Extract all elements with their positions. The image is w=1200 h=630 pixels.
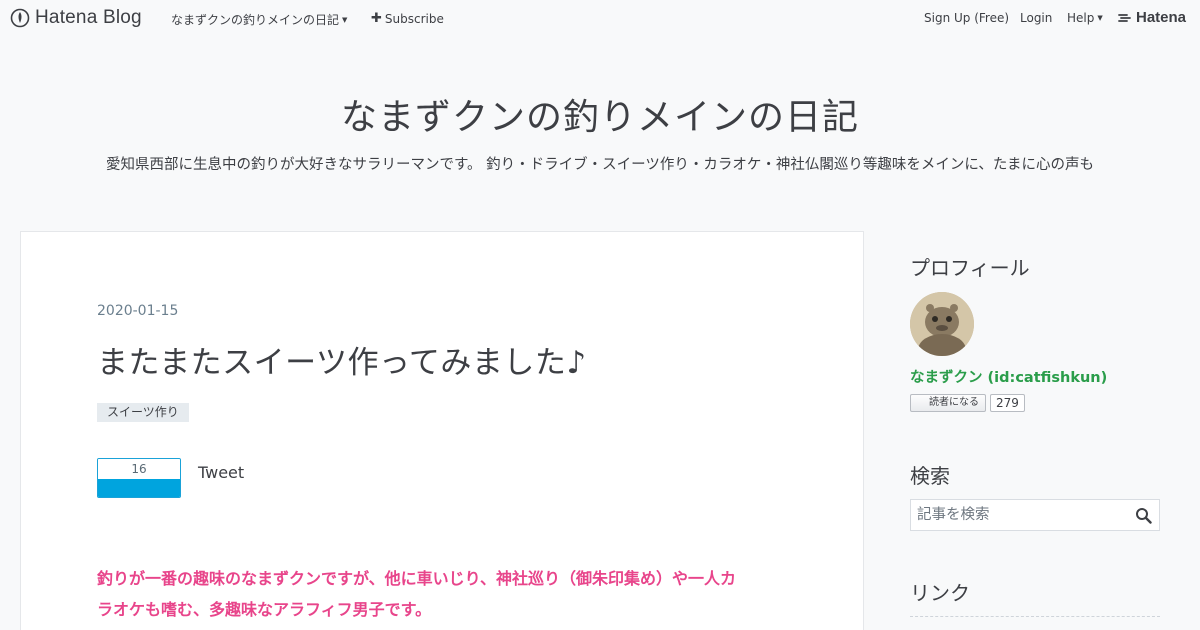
- profile-name-link[interactable]: なまずクン (id:catfishkun): [910, 366, 1107, 387]
- links-heading: リンク: [910, 581, 970, 605]
- avatar[interactable]: [910, 292, 974, 356]
- divider: [910, 616, 1160, 617]
- blog-menu[interactable]: なまずクンの釣りメインの日記 ▼: [171, 11, 347, 28]
- tweet-button[interactable]: Tweet: [198, 463, 244, 482]
- reader-subscribe: 読者になる 279: [910, 394, 1025, 412]
- hatena-blog-logo-icon: [10, 8, 30, 28]
- blog-description: 愛知県西部に生息中の釣りが大好きなサラリーマンです。 釣り・ドライブ・スイーツ作…: [106, 157, 1094, 173]
- avatar-image: [910, 292, 974, 356]
- entry-date[interactable]: 2020-01-15: [97, 303, 178, 319]
- hatena-bookmark-button[interactable]: 16: [97, 458, 181, 498]
- bookmark-button-bar: [98, 479, 180, 497]
- hatena-label: Hatena: [1136, 9, 1187, 26]
- profile-heading: プロフィール: [910, 256, 1030, 280]
- search-heading: 検索: [910, 464, 950, 488]
- help-label: Help: [1067, 11, 1095, 25]
- entry-body-line: ラオケも嗜む、多趣味なアラフィフ男子です。: [97, 600, 432, 619]
- entry-title[interactable]: またまたスイーツ作ってみました♪: [97, 337, 587, 382]
- signup-label: Sign Up (Free): [924, 11, 1010, 25]
- blog-menu-label: なまずクンの釣りメインの日記: [171, 13, 340, 27]
- signup-link[interactable]: Sign Up (Free): [924, 11, 1009, 25]
- entry-article: 2020-01-15 またまたスイーツ作ってみました♪ スイーツ作り 16 Tw…: [20, 231, 864, 630]
- entry-category-tag[interactable]: スイーツ作り: [97, 403, 189, 422]
- entry-body-line: 釣りが一番の趣味のなまずクンですが、他に車いじり、神社巡り（御朱印集め）や一人カ: [97, 569, 737, 588]
- caret-down-icon: ▼: [1097, 14, 1103, 22]
- caret-down-icon: ▼: [342, 15, 348, 24]
- hatena-link[interactable]: Hatena: [1118, 9, 1186, 26]
- plus-icon: ✚: [371, 11, 382, 26]
- subscribe-label: Subscribe: [384, 11, 444, 26]
- subscribe-link[interactable]: ✚ Subscribe: [371, 11, 444, 26]
- subscriber-count: 279: [990, 394, 1025, 412]
- global-header: Hatena Blog なまずクンの釣りメインの日記 ▼ ✚ Subscribe…: [0, 0, 1200, 36]
- login-label: Login: [1020, 11, 1053, 25]
- login-link[interactable]: Login: [1020, 11, 1052, 25]
- help-menu[interactable]: Help ▼: [1067, 11, 1103, 25]
- blog-title[interactable]: なまずクンの釣りメインの日記: [0, 88, 1200, 140]
- search-form: [910, 499, 1160, 531]
- search-icon[interactable]: [1135, 507, 1152, 524]
- hatena-logo-icon: [1118, 13, 1131, 22]
- hatena-blog-brand-link[interactable]: Hatena Blog: [10, 7, 142, 29]
- search-input[interactable]: [911, 500, 1131, 530]
- brand-label: Hatena Blog: [35, 7, 142, 28]
- entry-body: 釣りが一番の趣味のなまずクンですが、他に車いじり、神社巡り（御朱印集め）や一人カ…: [97, 563, 797, 625]
- subscribe-reader-button[interactable]: 読者になる: [910, 394, 986, 412]
- bookmark-count: 16: [98, 459, 180, 479]
